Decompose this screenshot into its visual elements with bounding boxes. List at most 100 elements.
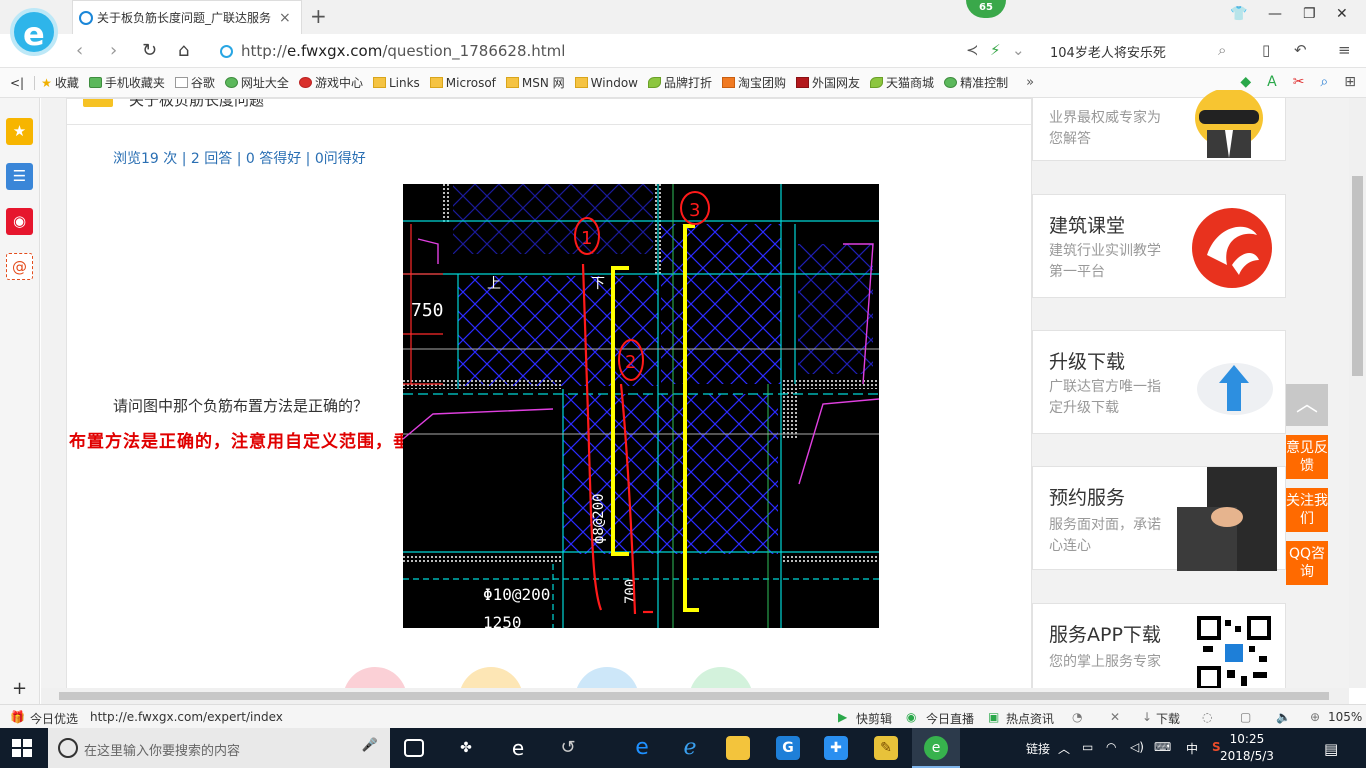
window-icon[interactable]: ▢: [1240, 710, 1251, 724]
tools-icon[interactable]: ✕: [1110, 710, 1120, 724]
keyboard-icon[interactable]: ⌨: [1154, 740, 1171, 754]
collect-circle-button[interactable]: [343, 667, 407, 688]
fav-item-games[interactable]: 游戏中心: [298, 74, 367, 91]
battery-icon[interactable]: ▭: [1082, 740, 1093, 754]
notification-center-icon[interactable]: ▤: [1324, 740, 1338, 758]
email-icon[interactable]: @: [6, 253, 33, 280]
download-card[interactable]: 升级下载 广联达官方唯一指定升级下载: [1032, 330, 1286, 434]
reading-list-icon[interactable]: ☰: [6, 163, 33, 190]
report-circle-button[interactable]: [689, 667, 753, 688]
ie-blue-taskbar-icon[interactable]: ℯ: [678, 736, 702, 760]
translate-icon[interactable]: A: [1267, 74, 1277, 90]
new-tab-button[interactable]: +: [310, 4, 327, 28]
fav-item-links[interactable]: Links: [372, 76, 424, 90]
shirt-skin-icon[interactable]: 👕: [1230, 6, 1247, 22]
favbar-collapse-icon[interactable]: <|: [10, 76, 28, 90]
restore-icon[interactable]: ❐: [1303, 6, 1316, 22]
home-icon[interactable]: ⌂: [178, 40, 189, 61]
fav-item-tmall[interactable]: 天猫商城: [870, 74, 938, 91]
browser-logo-icon[interactable]: e: [10, 8, 58, 56]
zoom-level[interactable]: 105%: [1328, 710, 1362, 724]
question-stats[interactable]: 浏览19 次 | 2 回答 | 0 答得好 | 0问得好: [113, 148, 366, 168]
quick-cut-link[interactable]: 快剪辑: [856, 710, 892, 727]
appointment-card[interactable]: 预约服务 服务面对面，承诺心连心: [1032, 466, 1286, 571]
network-app-icon[interactable]: ✚: [824, 736, 848, 760]
cad-drawing-image[interactable]: 750 Φ10@200 1250 上 下 700 ф8@200 1 2 3: [403, 184, 879, 628]
expert-card[interactable]: 业界最权威专家为您解答: [1032, 90, 1286, 161]
menu-icon[interactable]: ≡: [1338, 41, 1351, 59]
weibo-icon[interactable]: ◉: [6, 208, 33, 235]
minimize-icon[interactable]: —: [1268, 6, 1282, 22]
scissors-icon[interactable]: ✂: [1293, 74, 1305, 90]
back-to-top-button[interactable]: ︿: [1286, 384, 1328, 426]
close-window-icon[interactable]: ✕: [1336, 6, 1348, 22]
notification-badge[interactable]: 65: [966, 0, 1006, 18]
favorites-more-button[interactable]: »: [1026, 75, 1034, 90]
share-circle-button[interactable]: [575, 667, 639, 688]
magnifier-icon[interactable]: ⌕: [1320, 74, 1328, 90]
system-clock[interactable]: 10:25 2018/5/3: [1220, 731, 1274, 765]
shield-icon[interactable]: ◆: [1240, 74, 1251, 90]
wifi-icon[interactable]: ◠: [1106, 740, 1116, 754]
notes-app-icon[interactable]: ✎: [874, 736, 898, 760]
url-field[interactable]: http://e.fwxgx.com/question_1786628.html: [220, 38, 1030, 64]
search-input[interactable]: 104岁老人将安乐死: [1050, 42, 1166, 61]
fav-item-collect[interactable]: ★ 收藏: [41, 74, 83, 91]
download-link[interactable]: 下载: [1156, 710, 1180, 727]
fav-item-msn[interactable]: MSN 网: [505, 74, 569, 91]
fav-item-mobile[interactable]: 手机收藏夹: [88, 74, 169, 91]
add-sidebar-icon[interactable]: +: [12, 678, 27, 699]
feedback-button[interactable]: 意见反馈: [1286, 435, 1328, 479]
share-icon[interactable]: ≺: [966, 41, 979, 59]
follow-us-button[interactable]: 关注我们: [1286, 488, 1328, 532]
windows-start-icon[interactable]: [12, 739, 32, 757]
glodon-app-icon[interactable]: G: [776, 736, 800, 760]
file-explorer-icon[interactable]: [726, 736, 750, 760]
app-download-card[interactable]: 服务APP下载 您的掌上服务专家: [1032, 603, 1286, 693]
url-text[interactable]: http://e.fwxgx.com/question_1786628.html: [241, 42, 565, 60]
close-tab-icon[interactable]: ×: [279, 10, 291, 26]
browser-tab[interactable]: 关于板负筋长度问题_广联达服务 ×: [72, 0, 302, 34]
fav-item-microsoft[interactable]: Microsof: [429, 76, 500, 90]
edge-taskbar-icon[interactable]: e: [630, 736, 654, 760]
tray-expand-icon[interactable]: ︿: [1058, 740, 1070, 757]
qq-consult-button[interactable]: QQ咨询: [1286, 541, 1328, 585]
fav-item-google[interactable]: 谷歌: [174, 74, 219, 91]
refresh-icon[interactable]: ↻: [142, 40, 157, 61]
undo-icon[interactable]: ↶: [1294, 41, 1307, 59]
like-circle-button[interactable]: [459, 667, 523, 688]
back-icon[interactable]: ‹: [76, 40, 83, 61]
speed-icon[interactable]: ◔: [1072, 710, 1082, 724]
swirl-app-icon[interactable]: ↺: [556, 736, 580, 760]
ime-indicator[interactable]: 中: [1186, 740, 1198, 757]
fav-item-taobao[interactable]: 淘宝团购: [722, 74, 790, 91]
today-picks-link[interactable]: 今日优选: [30, 710, 78, 727]
fan-app-icon[interactable]: ✤: [454, 736, 478, 760]
fav-item-sites[interactable]: 网址大全: [224, 74, 293, 91]
fav-item-control[interactable]: 精准控制: [944, 74, 1012, 91]
lightning-icon[interactable]: ⚡: [990, 41, 1001, 59]
apps-grid-icon[interactable]: ⊞: [1344, 74, 1356, 90]
vertical-scrollbar[interactable]: [1349, 98, 1366, 688]
browser-taskbar-icon[interactable]: e: [924, 736, 948, 760]
chevron-down-icon[interactable]: ⌄: [1012, 41, 1025, 59]
microphone-icon[interactable]: 🎤: [362, 738, 378, 753]
fav-item-windows[interactable]: Window: [574, 76, 642, 90]
horizontal-scroll-thumb[interactable]: [59, 692, 1329, 700]
favorites-star-icon[interactable]: ★: [6, 118, 33, 145]
search-icon[interactable]: ⌕: [1218, 41, 1226, 59]
hot-news-link[interactable]: 热点资讯: [1006, 710, 1054, 727]
course-card[interactable]: 建筑课堂 建筑行业实训教学第一平台: [1032, 194, 1286, 298]
speaker-icon[interactable]: ◁): [1130, 740, 1144, 754]
vertical-scroll-thumb[interactable]: [1352, 176, 1363, 376]
fav-item-brand[interactable]: 品牌打折: [648, 74, 716, 91]
horizontal-scrollbar[interactable]: [41, 688, 1349, 704]
clean-icon[interactable]: ◌: [1202, 710, 1212, 724]
ie-taskbar-icon[interactable]: e: [506, 736, 530, 760]
forward-icon[interactable]: ›: [110, 40, 117, 61]
mobile-icon[interactable]: ▯: [1262, 41, 1270, 59]
fav-item-foreign[interactable]: 外国网友: [796, 74, 864, 91]
live-link[interactable]: 今日直播: [926, 710, 974, 727]
task-view-icon[interactable]: [404, 739, 424, 757]
volume-icon[interactable]: 🔈: [1276, 710, 1291, 724]
